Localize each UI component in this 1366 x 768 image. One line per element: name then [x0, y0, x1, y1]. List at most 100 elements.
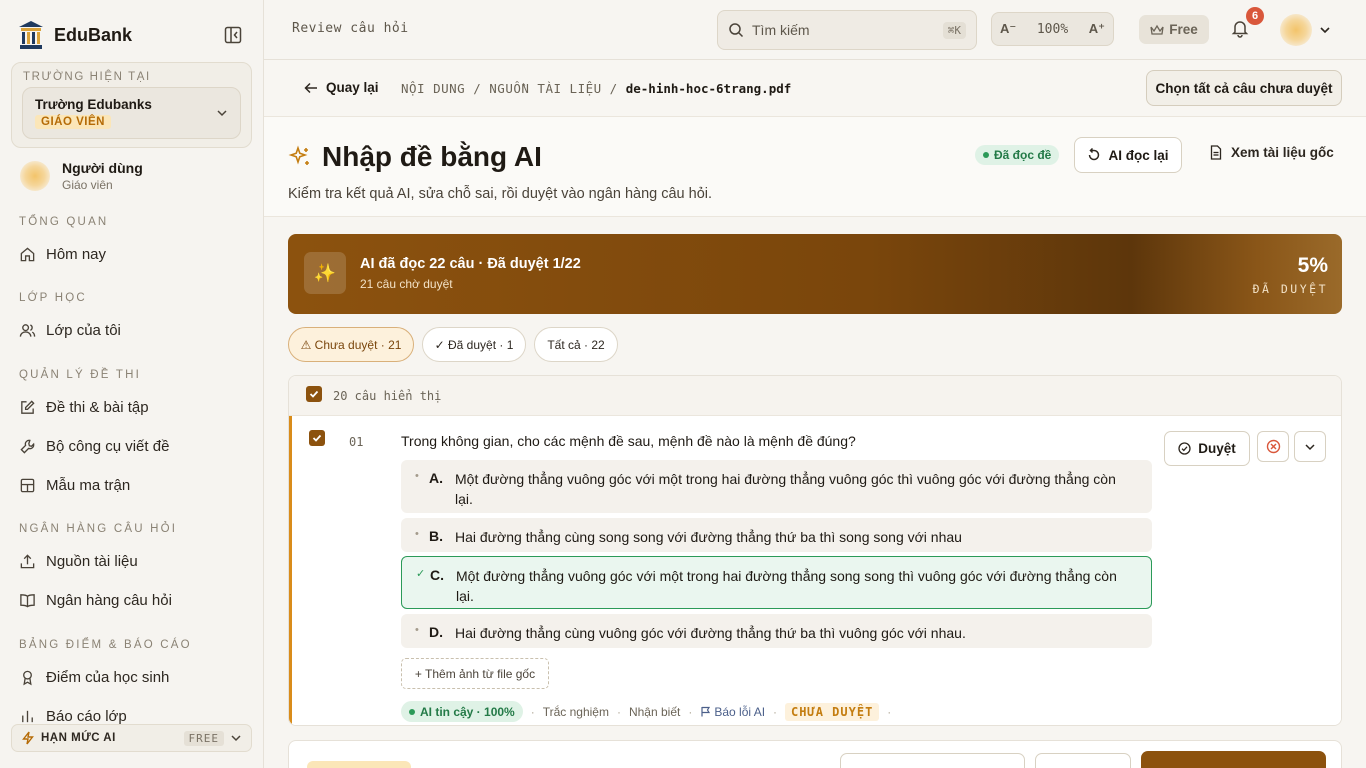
status-badge: CHƯA DUYỆT: [785, 702, 880, 721]
question-type: Trắc nghiệm: [542, 704, 609, 719]
option-a[interactable]: • A. Một đường thẳng vuông góc với một t…: [401, 460, 1152, 513]
sidebar-item-label: Báo cáo lớp: [46, 708, 127, 725]
confidence-badge: AI tin cậy · 100%: [401, 701, 523, 722]
view-source-label: Xem tài liệu gốc: [1231, 145, 1334, 160]
ai-quota[interactable]: HẠN MỨC AI FREE: [11, 724, 252, 752]
sidebar-item-exams[interactable]: Đề thi & bài tập: [19, 399, 149, 416]
sidebar-item-sources[interactable]: Nguồn tài liệu: [19, 553, 138, 570]
school-selector[interactable]: Trường Edubanks GIÁO VIÊN: [22, 87, 241, 139]
plan-label: Free: [1169, 22, 1198, 37]
view-source-button[interactable]: Xem tài liệu gốc: [1209, 145, 1334, 160]
add-image-button[interactable]: + Thêm ảnh từ file gốc: [401, 658, 549, 689]
avatar[interactable]: [1280, 14, 1312, 46]
award-icon: [23, 670, 32, 686]
sidebar-item-my-classes[interactable]: Lớp của tôi: [19, 322, 121, 339]
search-shortcut: ⌘K: [942, 21, 966, 39]
question-level: Nhận biết: [628, 704, 681, 719]
filter-pending[interactable]: ⚠ Chưa duyệt · 21: [288, 327, 414, 362]
select-all-pending-button[interactable]: Chọn tất cả câu chưa duyệt: [1146, 70, 1342, 106]
section-overview: TỔNG QUAN: [19, 216, 109, 228]
home-icon: [20, 247, 35, 262]
school-name: Trường Edubanks: [35, 97, 152, 112]
arrow-left-icon: [304, 82, 317, 93]
book-icon: [20, 594, 35, 608]
ai-reread-button[interactable]: AI đọc lại: [1074, 137, 1182, 173]
school-logo-icon: [19, 21, 43, 49]
sidebar-collapse-icon[interactable]: [223, 25, 243, 45]
sidebar-item-label: Mẫu ma trận: [46, 477, 131, 494]
sparkles-icon: ✨: [304, 252, 346, 294]
reject-button[interactable]: [1257, 431, 1289, 462]
flag-icon: [701, 706, 711, 717]
check-icon: [309, 390, 319, 398]
sidebar-item-writing-tools[interactable]: Bộ công cụ viết đề: [19, 438, 169, 455]
page-subtitle: Kiểm tra kết quả AI, sửa chỗ sai, rồi du…: [288, 186, 713, 202]
zoom-out-button[interactable]: A⁻: [1000, 21, 1016, 37]
sidebar-item-student-scores[interactable]: Điểm của học sinh: [19, 669, 169, 686]
expand-button[interactable]: [1294, 431, 1326, 462]
banner-title: AI đã đọc 22 câu · Đã duyệt 1/22: [360, 256, 581, 272]
page-title-row: Nhập đề bằng AI: [288, 141, 542, 173]
sidebar-item-label: Lớp của tôi: [46, 322, 121, 339]
correct-check-icon: ✓: [416, 568, 426, 580]
search-box[interactable]: ⌘K: [717, 10, 977, 50]
refresh-icon: [1089, 148, 1100, 161]
quota-label: HẠN MỨC AI: [41, 732, 116, 744]
brand[interactable]: EduBank: [18, 20, 132, 50]
user-profile[interactable]: Người dùng Giáo viên: [20, 160, 143, 192]
sidebar-item-question-bank[interactable]: Ngân hàng câu hỏi: [19, 592, 172, 609]
question-text[interactable]: Trong không gian, cho các mệnh đề sau, m…: [401, 433, 856, 449]
back-button[interactable]: Quay lại: [304, 80, 379, 95]
question-checkbox[interactable]: [309, 430, 325, 446]
school-card: TRƯỜNG HIỆN TẠI Trường Edubanks GIÁO VIÊ…: [11, 62, 252, 148]
bulk-action-button[interactable]: [840, 753, 1025, 768]
filter-approved[interactable]: ✓ Đã duyệt · 1: [422, 327, 526, 362]
zoom-in-button[interactable]: A⁺: [1089, 21, 1105, 37]
x-circle-icon: [1266, 439, 1280, 454]
question-card: 01 Trong không gian, cho các mệnh đề sau…: [289, 416, 1341, 725]
bulk-action-button[interactable]: [1035, 753, 1131, 768]
filter-all[interactable]: Tất cả · 22: [534, 327, 618, 362]
option-letter: D.: [429, 624, 443, 640]
bulk-approve-button[interactable]: [1141, 751, 1326, 768]
section-classes: LỚP HỌC: [19, 292, 87, 304]
approved-percent: 5%: [1297, 254, 1328, 277]
file-icon: [1210, 145, 1222, 160]
option-marker: •: [415, 470, 419, 482]
role-badge: GIÁO VIÊN: [35, 115, 111, 129]
search-input[interactable]: [752, 22, 922, 38]
page-title: Nhập đề bằng AI: [322, 141, 542, 172]
option-b[interactable]: • B. Hai đường thẳng cùng song song với …: [401, 518, 1152, 552]
report-label: Báo lỗi AI: [714, 704, 766, 719]
sidebar-item-label: Hôm nay: [46, 246, 107, 263]
option-c[interactable]: ✓ C. Một đường thẳng vuông góc với một t…: [401, 556, 1152, 609]
chart-icon: [22, 710, 33, 723]
grid-icon: [20, 478, 35, 493]
question-number: 01: [349, 435, 364, 449]
list-header: 20 câu hiển thị: [289, 376, 1341, 416]
plan-button[interactable]: Free: [1139, 15, 1209, 44]
approve-button[interactable]: Duyệt: [1164, 431, 1250, 466]
user-name: Người dùng: [62, 160, 143, 176]
option-d[interactable]: • D. Hai đường thẳng cùng vuông góc với …: [401, 614, 1152, 648]
school-caption: TRƯỜNG HIỆN TẠI: [23, 71, 151, 83]
page-context-title: Review câu hỏi: [292, 21, 409, 36]
option-text: Hai đường thẳng cùng song song với đường…: [455, 529, 962, 545]
back-label: Quay lại: [326, 80, 379, 95]
search-icon: [729, 23, 744, 38]
zoom-level: 100%: [1036, 21, 1069, 37]
report-ai-error-link[interactable]: Báo lỗi AI: [700, 705, 765, 719]
sidebar-item-today[interactable]: Hôm nay: [19, 246, 106, 263]
sidebar-item-matrix-templates[interactable]: Mẫu ma trận: [19, 477, 130, 494]
chevron-down-icon[interactable]: [1319, 24, 1331, 36]
sidebar: EduBank TRƯỜNG HIỆN TẠI Trường Edubanks …: [0, 0, 264, 768]
sidebar-item-class-reports[interactable]: Báo cáo lớp: [19, 708, 127, 725]
select-all-checkbox[interactable]: [306, 386, 322, 402]
quota-plan-badge: FREE: [183, 730, 224, 746]
notification-count: 6: [1246, 7, 1264, 25]
avatar: [20, 161, 50, 191]
breadcrumb-bar: Quay lại NỘI DUNG / NGUỒN TÀI LIỆU / de-…: [264, 60, 1366, 117]
sidebar-item-label: Bộ công cụ viết đề: [46, 438, 170, 455]
font-zoom-control: A⁻ 100% A⁺: [991, 12, 1114, 46]
visible-count: 20 câu hiển thị: [333, 389, 442, 403]
